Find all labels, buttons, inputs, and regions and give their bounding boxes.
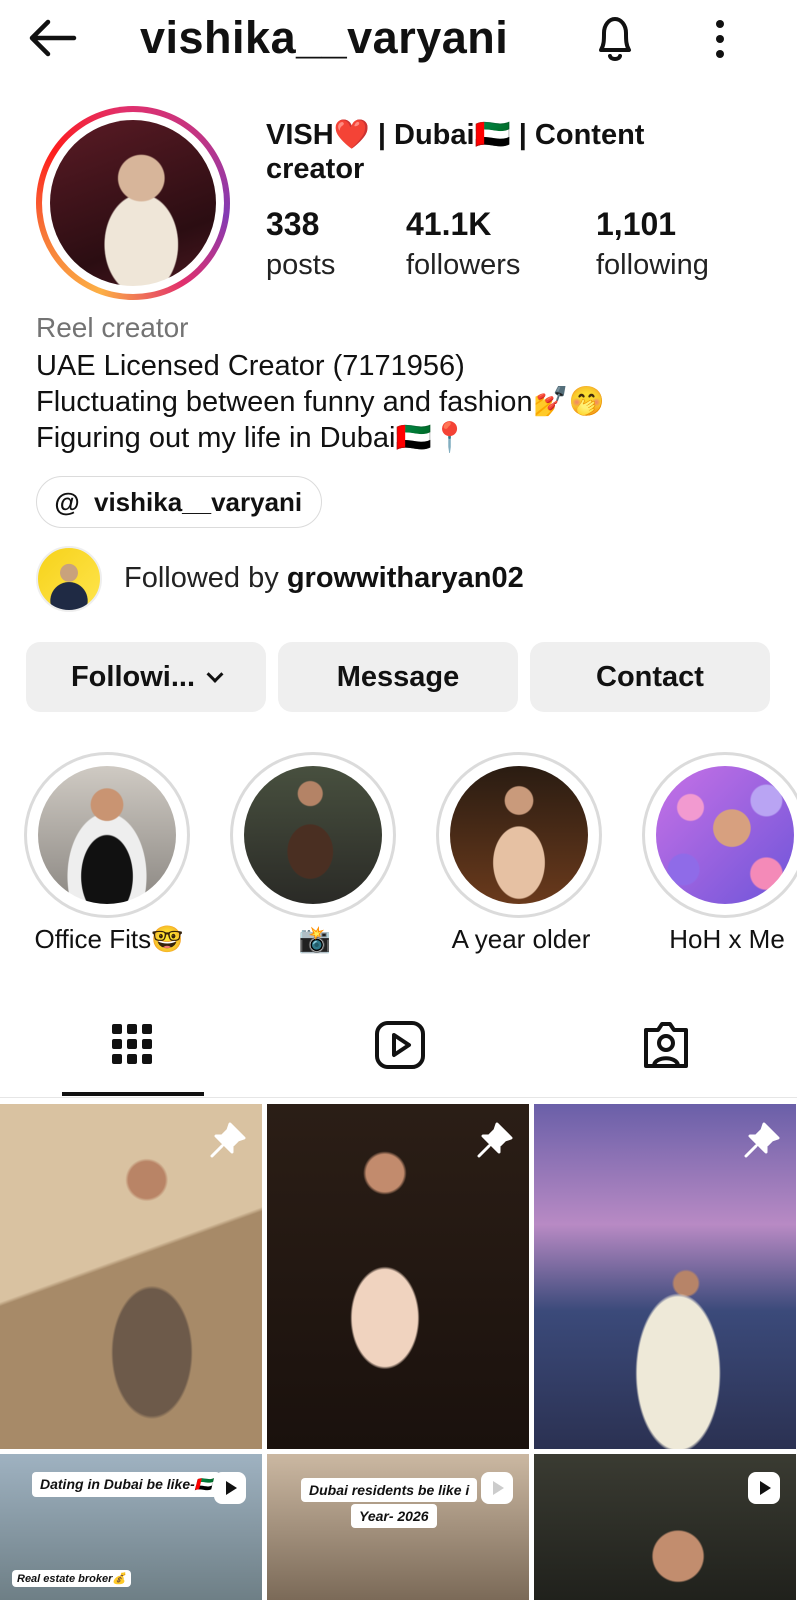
following-label: following [596, 249, 709, 281]
highlight-label: A year older [451, 924, 591, 954]
profile-tabs [0, 998, 797, 1098]
grid-post[interactable]: Dating in Dubai be like-🇦🇪 Real estate b… [0, 1454, 262, 1600]
followers-stat[interactable]: 41.1K followers [406, 206, 520, 282]
pin-icon [477, 1122, 513, 1158]
highlight-cover [244, 766, 382, 904]
avatar-border [42, 112, 224, 294]
threads-icon: @ [54, 487, 80, 517]
threads-link[interactable]: @ vishika__varyani [36, 476, 322, 528]
highlight-cover [656, 766, 794, 904]
followed-by[interactable]: Followed by growwitharyan02 [36, 546, 756, 614]
pin-icon [210, 1122, 246, 1158]
highlight-ring [642, 752, 797, 918]
more-options-icon[interactable] [708, 14, 732, 64]
posts-count: 338 [266, 206, 320, 242]
mutual-follower-avatar [36, 546, 102, 612]
following-count: 1,101 [596, 206, 677, 242]
posts-stat[interactable]: 338 posts [266, 206, 335, 282]
bell-icon[interactable] [592, 14, 638, 64]
contact-button[interactable]: Contact [530, 642, 770, 712]
highlight-label: HoH x Me [669, 924, 785, 954]
followed-by-user: growwitharyan02 [286, 562, 524, 594]
threads-handle: vishika__varyani [94, 487, 303, 517]
grid-icon [112, 1024, 152, 1064]
posts-label: posts [266, 249, 336, 281]
tab-tagged[interactable] [564, 998, 764, 1096]
followed-by-text: Followed by growwitharyan02 [124, 562, 524, 595]
avatar-image [50, 120, 216, 286]
reel-badge-icon [481, 1472, 513, 1504]
tab-posts-grid[interactable] [32, 998, 232, 1096]
message-button[interactable]: Message [278, 642, 518, 712]
reel-badge-icon [748, 1472, 780, 1504]
highlight-ring [24, 752, 190, 918]
grid-post[interactable] [0, 1104, 262, 1449]
back-arrow-icon[interactable] [26, 16, 78, 60]
highlight-ring [436, 752, 602, 918]
highlight-cover [38, 766, 176, 904]
followers-label: followers [406, 249, 521, 281]
post-caption-overlay: Year- 2026 [351, 1504, 437, 1528]
reels-icon [375, 1021, 425, 1069]
highlight-label: 📸 [298, 924, 332, 954]
highlight-ring [230, 752, 396, 918]
profile-username: vishika__varyani [140, 12, 509, 63]
followers-count: 41.1K [406, 206, 492, 242]
top-bar: vishika__varyani [0, 0, 797, 80]
post-caption-overlay: Dubai residents be like i [301, 1478, 478, 1502]
followed-by-prefix: Followed by [124, 562, 287, 594]
profile-category: Reel creator [36, 312, 189, 343]
display-name: VISH❤️ | Dubai🇦🇪 | Content creator [266, 119, 645, 185]
grid-post[interactable] [534, 1104, 796, 1449]
grid-post[interactable] [534, 1454, 796, 1600]
reel-badge-icon [214, 1472, 246, 1504]
pin-icon [744, 1122, 780, 1158]
highlight-cover [450, 766, 588, 904]
following-button[interactable]: Followi... [26, 642, 266, 712]
tagged-icon [644, 1022, 688, 1068]
grid-post[interactable]: Dubai residents be like i Year- 2026 [267, 1454, 529, 1600]
active-tab-indicator [62, 1092, 204, 1096]
tab-reels[interactable] [298, 998, 498, 1096]
following-stat[interactable]: 1,101 following [596, 206, 709, 282]
post-caption-overlay: Real estate broker💰 [12, 1570, 132, 1587]
following-button-label: Followi... [70, 661, 196, 693]
profile-bio: UAE Licensed Creator (7171956) Fluctuati… [36, 350, 605, 454]
highlight-label: Office Fits🤓 [34, 924, 184, 954]
chevron-down-icon [206, 665, 224, 683]
grid-post[interactable] [267, 1104, 529, 1449]
post-caption-overlay: Dating in Dubai be like-🇦🇪 [32, 1472, 221, 1497]
profile-avatar[interactable] [36, 106, 230, 300]
posts-grid: Dating in Dubai be like-🇦🇪 Real estate b… [0, 1104, 797, 1600]
